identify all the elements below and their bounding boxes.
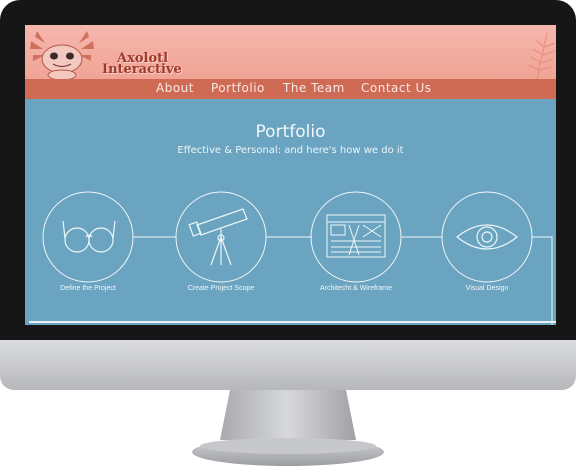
- monitor-screen: Axolotl Interactive About Portfolio The …: [25, 25, 556, 325]
- glasses-icon: [62, 220, 116, 253]
- bottom-rule: [29, 321, 556, 323]
- step-label-define: Define the Project: [60, 285, 116, 292]
- step-label-visual: Visual Design: [465, 285, 509, 292]
- connector-line: [532, 236, 553, 325]
- eye-icon: [456, 224, 518, 250]
- process-diagram: [42, 191, 553, 325]
- step-circle-3: [310, 191, 402, 283]
- step-label-scope: Create Project Scope: [187, 285, 255, 292]
- wireframe-icon: [326, 214, 386, 258]
- monitor-chin: [0, 340, 576, 390]
- step-circle-4: [441, 191, 533, 283]
- telescope-icon: [188, 208, 248, 266]
- step-label-architect: Architecht & Wireframe: [320, 285, 392, 292]
